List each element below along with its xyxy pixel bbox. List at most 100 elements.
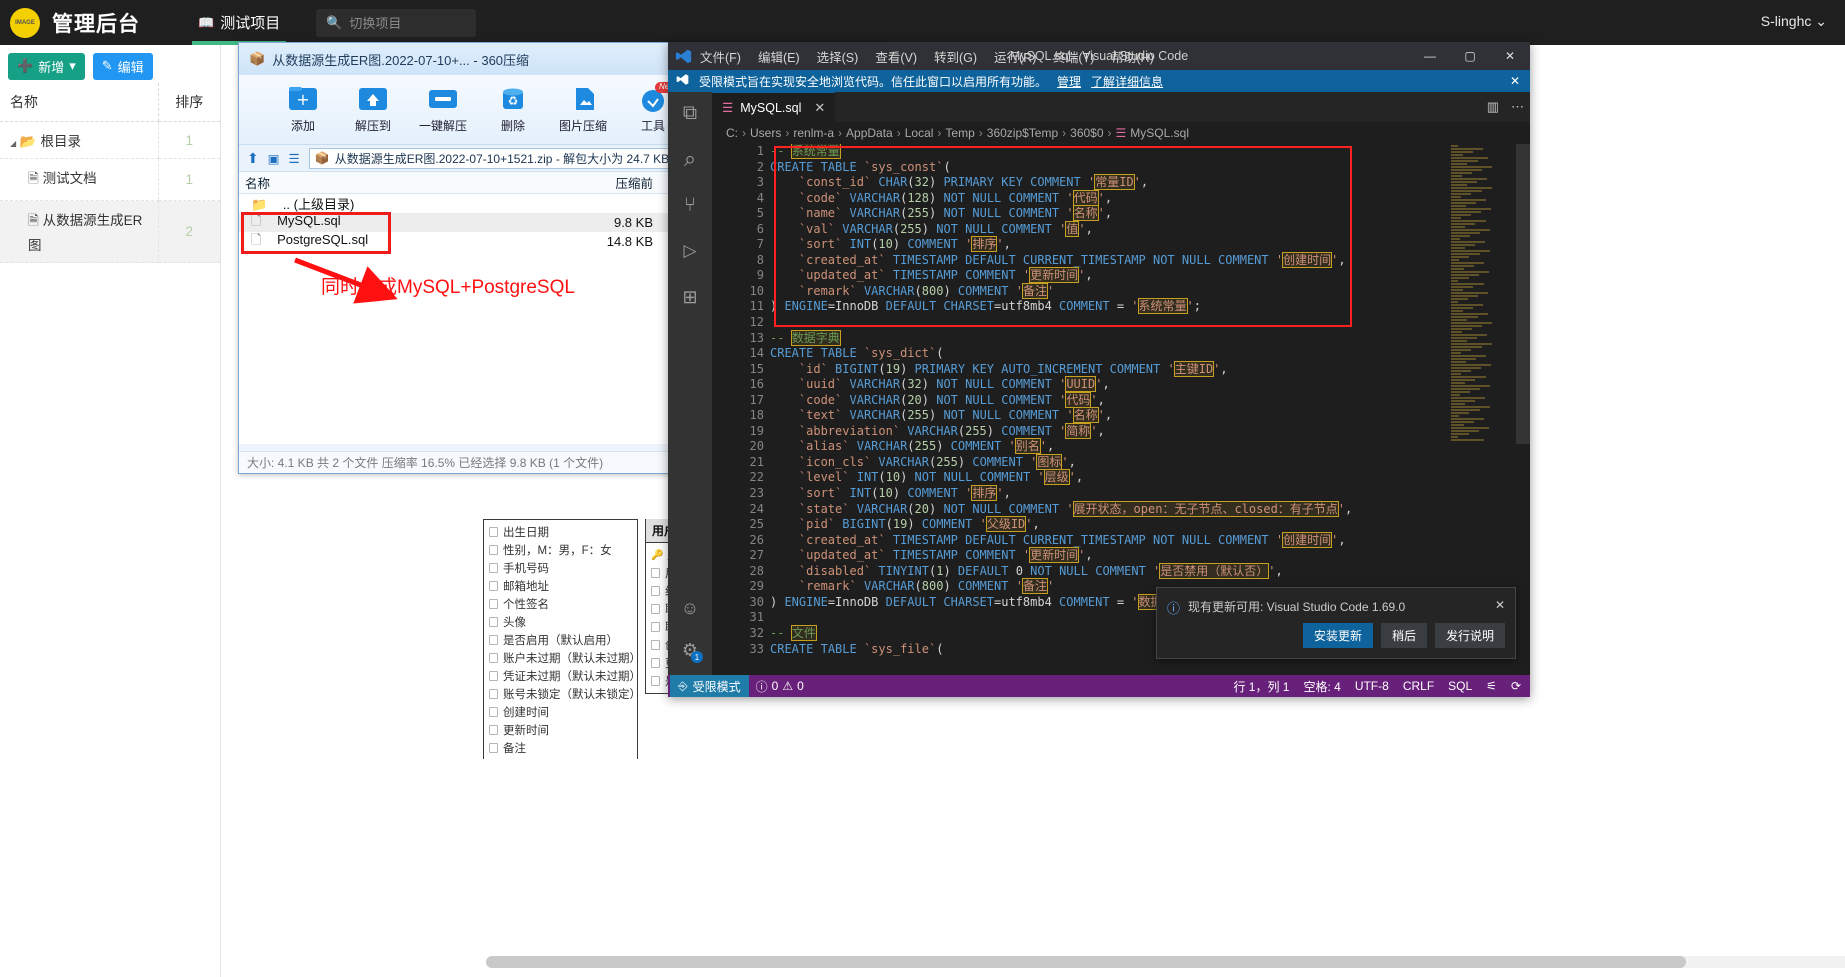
tweet-feedback-icon[interactable]: ⚟	[1479, 675, 1504, 697]
logo-text: IMAGE	[15, 19, 35, 26]
chevron-right-icon: ›	[785, 126, 790, 140]
field-icon	[651, 568, 660, 578]
breadcrumb-item[interactable]: Local	[905, 126, 934, 140]
bell-icon[interactable]: ⟳	[1504, 675, 1528, 697]
add-button[interactable]: ➕ 新增 ▾	[8, 52, 85, 80]
user-menu[interactable]: S-linghc ⌄	[1761, 13, 1827, 30]
chevron-right-icon: ›	[896, 126, 901, 140]
archive-icon: 📦	[249, 51, 266, 66]
chevron-right-icon: ›	[742, 126, 746, 140]
field-icon	[489, 527, 498, 537]
code-text[interactable]: -- 系统常量 CREATE TABLE `sys_const`( `const…	[770, 144, 1530, 657]
er-field: 出生日期	[489, 523, 632, 541]
indentation-setting[interactable]: 空格: 4	[1296, 675, 1347, 697]
expander-icon[interactable]: ◢	[10, 139, 16, 148]
menu-selection[interactable]: 选择(S)	[817, 47, 859, 66]
menu-run[interactable]: 运行(R)	[994, 47, 1036, 66]
more-actions-icon[interactable]: ⋯	[1511, 99, 1524, 115]
cursor-position[interactable]: 行 1，列 1	[1226, 675, 1296, 697]
breadcrumb-item[interactable]: renlm-a	[793, 126, 834, 140]
close-icon[interactable]: ✕	[1495, 598, 1505, 612]
add-to-archive-button[interactable]: + 添加	[269, 85, 337, 134]
view-icon[interactable]: ▣	[268, 151, 280, 166]
later-button[interactable]: 稍后	[1380, 623, 1427, 648]
settings-gear-icon[interactable]: ⚙ 1	[677, 637, 703, 663]
er-field: 手机号码	[489, 559, 632, 577]
maximize-button[interactable]: ▢	[1450, 42, 1490, 70]
eol-setting[interactable]: CRLF	[1396, 675, 1441, 697]
search-icon[interactable]: ⌕	[677, 146, 703, 172]
one-click-extract-button[interactable]: 一键解压	[409, 85, 477, 134]
tab-mysql-sql[interactable]: ☰ MySQL.sql ✕	[712, 92, 836, 122]
list-item-name: .. (上级目录)	[282, 197, 355, 212]
tool-label: 添加	[290, 119, 315, 133]
explorer-icon[interactable]: ⧉	[677, 100, 703, 126]
account-icon[interactable]: ☺	[677, 595, 703, 621]
er-field-label: 创建时间	[503, 707, 549, 719]
banner-manage-link[interactable]: 管理	[1057, 73, 1081, 90]
source-control-icon[interactable]: ⑂	[677, 192, 703, 218]
breadcrumb-item[interactable]: Temp	[945, 126, 974, 140]
arrow-up-icon[interactable]: ⬆	[247, 150, 259, 167]
banner-learn-more-link[interactable]: 了解详细信息	[1091, 73, 1163, 90]
breadcrumb-item[interactable]: MySQL.sql	[1130, 126, 1189, 140]
list-icon[interactable]: ☰	[289, 151, 300, 166]
extract-to-button[interactable]: 解压到	[339, 85, 407, 134]
menu-help[interactable]: 帮助(H)	[1111, 47, 1153, 66]
app-topbar: IMAGE 管理后台 📖 测试项目 🔍 切换项目 S-linghc ⌄	[0, 0, 1845, 45]
column-header-name: 名称	[0, 83, 158, 122]
er-field: 凭证未过期（默认未过期）	[489, 667, 641, 685]
scrollbar-thumb[interactable]	[486, 956, 1686, 968]
er-field-label: 账户未过期（默认未过期）	[503, 653, 641, 665]
horizontal-scrollbar[interactable]	[486, 956, 1845, 968]
delete-icon: ♻	[503, 88, 523, 109]
close-button[interactable]: ✕	[1490, 42, 1530, 70]
problems-indicator[interactable]: ⓘ 0 ⚠ 0	[749, 675, 811, 697]
search-icon: 🔍	[326, 14, 343, 30]
scrollbar-thumb[interactable]	[1516, 144, 1530, 444]
project-switch-input[interactable]: 🔍 切换项目	[316, 8, 477, 37]
extensions-icon[interactable]: ⊞	[677, 284, 703, 310]
list-item-size-before: 9.8 KB	[613, 215, 653, 230]
close-icon[interactable]: ✕	[814, 100, 825, 116]
sql-file-icon: ☰	[1115, 126, 1127, 140]
image-compress-button[interactable]: 图片压缩	[549, 85, 617, 134]
list-item-name: PostgreSQL.sql	[277, 231, 369, 247]
restricted-mode-indicator[interactable]: ⎆ 受限模式	[670, 675, 749, 697]
shield-icon	[676, 73, 689, 89]
field-icon	[489, 581, 498, 591]
breadcrumb-item[interactable]: 360$0	[1070, 126, 1103, 140]
notification-message: 现有更新可用: Visual Studio Code 1.69.0	[1188, 600, 1406, 614]
language-mode[interactable]: SQL	[1441, 675, 1479, 697]
edit-button[interactable]: ✎ 编辑	[92, 52, 153, 80]
table-row[interactable]: 🗎 测试文档 1	[0, 158, 220, 201]
table-row[interactable]: 🗎 从数据源生成ER图 2	[0, 200, 220, 263]
encoding-setting[interactable]: UTF-8	[1348, 675, 1396, 697]
menu-file[interactable]: 文件(F)	[700, 47, 741, 66]
banner-close-icon[interactable]: ✕	[1510, 74, 1520, 88]
delete-button[interactable]: ♻ 删除	[479, 85, 547, 134]
editor-scrollbar[interactable]	[1516, 144, 1530, 675]
table-cell-order: 1	[157, 121, 220, 159]
split-editor-icon[interactable]: ▥	[1487, 99, 1499, 115]
edit-button-label: 编辑	[117, 59, 144, 75]
folder-icon: 📁	[251, 197, 268, 212]
breadcrumb-item[interactable]: AppData	[846, 126, 893, 140]
menu-go[interactable]: 转到(G)	[934, 47, 977, 66]
table-row[interactable]: ◢ 📂 根目录 1	[0, 121, 220, 159]
install-update-button[interactable]: 安装更新	[1302, 623, 1373, 648]
minimize-button[interactable]: —	[1410, 42, 1450, 70]
breadcrumb-item[interactable]: C:	[726, 126, 738, 140]
menu-view[interactable]: 查看(V)	[875, 47, 917, 66]
tab-project[interactable]: 📖 测试项目	[184, 0, 294, 45]
er-field: 邮箱地址	[489, 577, 632, 595]
menu-edit[interactable]: 编辑(E)	[758, 47, 800, 66]
breadcrumb-item[interactable]: Users	[750, 126, 781, 140]
chevron-down-icon: ▾	[69, 58, 76, 73]
run-debug-icon[interactable]: ▷	[677, 238, 703, 264]
breadcrumb-item[interactable]: 360zip$Temp	[987, 126, 1058, 140]
field-icon	[489, 671, 498, 681]
menu-terminal[interactable]: 终端(T)	[1053, 47, 1094, 66]
er-field-label: 出生日期	[503, 527, 549, 539]
release-notes-button[interactable]: 发行说明	[1434, 623, 1505, 648]
